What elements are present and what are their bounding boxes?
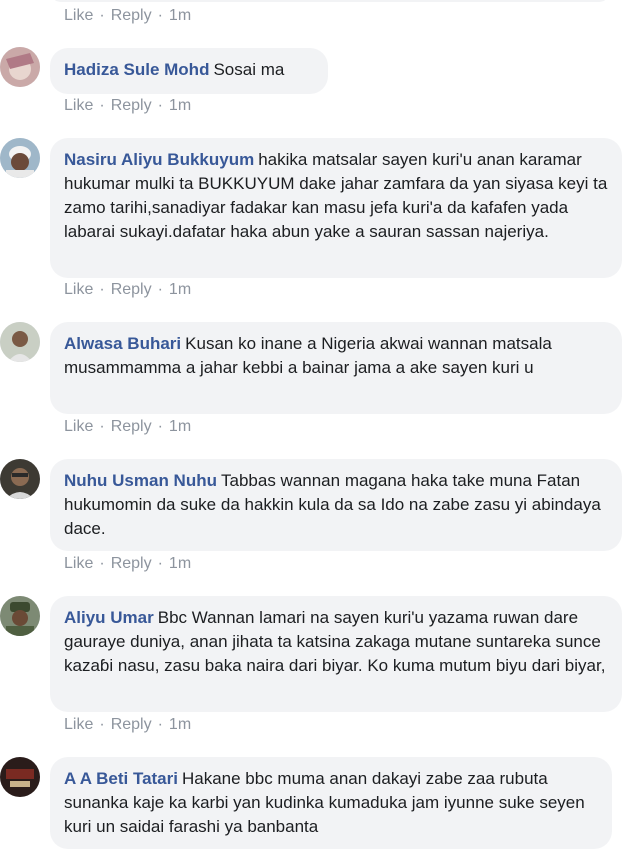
- timestamp[interactable]: 1m: [169, 418, 191, 436]
- comment-author[interactable]: Hadiza Sule Mohd: [64, 60, 209, 79]
- separator-dot: ·: [157, 716, 163, 733]
- comment-actions: Like · Reply · 1m: [64, 716, 191, 734]
- separator-dot: ·: [157, 555, 163, 572]
- previous-comment-bubble: [50, 0, 610, 2]
- timestamp[interactable]: 1m: [169, 97, 191, 115]
- separator-dot: ·: [157, 97, 163, 114]
- timestamp[interactable]: 1m: [169, 716, 191, 734]
- comment-bubble: Nasiru Aliyu Bukkuyum hakika matsalar say…: [50, 138, 622, 278]
- like-link[interactable]: Like: [64, 7, 93, 25]
- timestamp[interactable]: 1m: [169, 7, 191, 25]
- separator-dot: ·: [99, 7, 105, 24]
- reply-link[interactable]: Reply: [111, 555, 152, 573]
- comment-author[interactable]: Nuhu Usman Nuhu: [64, 471, 217, 490]
- comment-bubble: Aliyu Umar Bbc Wannan lamari na sayen kur…: [50, 596, 622, 712]
- like-link[interactable]: Like: [64, 97, 93, 115]
- comment-author[interactable]: Nasiru Aliyu Bukkuyum: [64, 150, 254, 169]
- like-link[interactable]: Like: [64, 281, 93, 299]
- comment-bubble: Alwasa Buhari Kusan ko inane a Nigeria ak…: [50, 322, 622, 414]
- avatar[interactable]: [0, 47, 40, 87]
- timestamp[interactable]: 1m: [169, 281, 191, 299]
- like-link[interactable]: Like: [64, 555, 93, 573]
- comment-actions: Like · Reply · 1m: [64, 418, 191, 436]
- reply-link[interactable]: Reply: [111, 418, 152, 436]
- separator-dot: ·: [157, 418, 163, 435]
- avatar[interactable]: [0, 138, 40, 178]
- comment-text: Sosai ma: [213, 60, 285, 79]
- avatar[interactable]: [0, 459, 40, 499]
- comment-actions: Like · Reply · 1m: [64, 97, 191, 115]
- comment-bubble: Hadiza Sule Mohd Sosai ma: [50, 48, 328, 94]
- avatar[interactable]: [0, 322, 40, 362]
- separator-dot: ·: [157, 7, 163, 24]
- comment-author[interactable]: Alwasa Buhari: [64, 334, 181, 353]
- comment-author[interactable]: A A Beti Tatari: [64, 769, 178, 788]
- reply-link[interactable]: Reply: [111, 7, 152, 25]
- comment-author[interactable]: Aliyu Umar: [64, 608, 154, 627]
- like-link[interactable]: Like: [64, 418, 93, 436]
- separator-dot: ·: [99, 555, 105, 572]
- comment-actions: Like · Reply · 1m: [64, 7, 191, 25]
- separator-dot: ·: [99, 418, 105, 435]
- comment-actions: Like · Reply · 1m: [64, 281, 191, 299]
- avatar[interactable]: [0, 757, 40, 797]
- reply-link[interactable]: Reply: [111, 97, 152, 115]
- separator-dot: ·: [157, 281, 163, 298]
- like-link[interactable]: Like: [64, 716, 93, 734]
- timestamp[interactable]: 1m: [169, 555, 191, 573]
- comment-bubble: A A Beti Tatari Hakane bbc muma anan daka…: [50, 757, 612, 849]
- reply-link[interactable]: Reply: [111, 716, 152, 734]
- separator-dot: ·: [99, 716, 105, 733]
- reply-link[interactable]: Reply: [111, 281, 152, 299]
- comment-bubble: Nuhu Usman Nuhu Tabbas wannan magana haka…: [50, 459, 622, 551]
- avatar[interactable]: [0, 596, 40, 636]
- comment-actions: Like · Reply · 1m: [64, 555, 191, 573]
- separator-dot: ·: [99, 281, 105, 298]
- separator-dot: ·: [99, 97, 105, 114]
